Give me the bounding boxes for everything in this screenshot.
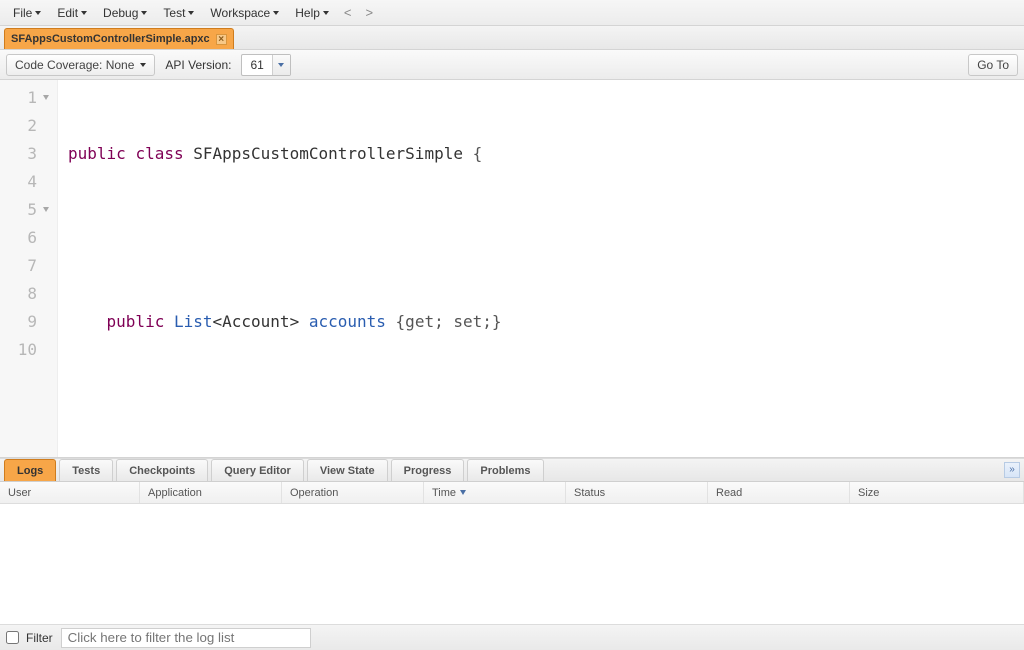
caret-down-icon: [81, 11, 87, 15]
menu-workspace[interactable]: Workspace: [203, 3, 286, 23]
line-number: 3: [0, 140, 51, 168]
line-gutter: 1 2 3 4 5 6 7 8 9 10: [0, 80, 58, 457]
line-number: 7: [0, 252, 51, 280]
line-number: 10: [0, 336, 51, 364]
filter-input[interactable]: [61, 628, 311, 648]
tab-view-state[interactable]: View State: [307, 459, 388, 481]
menu-edit[interactable]: Edit: [50, 3, 94, 23]
menu-help[interactable]: Help: [288, 3, 336, 23]
filter-checkbox[interactable]: [6, 631, 19, 644]
nav-back-button[interactable]: <: [338, 5, 358, 20]
panel-expand-button[interactable]: »: [1004, 462, 1020, 478]
col-size[interactable]: Size: [850, 482, 1024, 503]
chevron-down-icon: [272, 55, 290, 75]
tab-checkpoints[interactable]: Checkpoints: [116, 459, 208, 481]
line-number: 8: [0, 280, 51, 308]
editor-toolbar: Code Coverage: None API Version: 61 Go T…: [0, 50, 1024, 80]
tab-tests[interactable]: Tests: [59, 459, 113, 481]
file-tab-active[interactable]: SFAppsCustomControllerSimple.apxc ×: [4, 28, 234, 49]
file-tab-strip: SFAppsCustomControllerSimple.apxc ×: [0, 26, 1024, 50]
col-operation[interactable]: Operation: [282, 482, 424, 503]
caret-down-icon: [35, 11, 41, 15]
code-coverage-dropdown[interactable]: Code Coverage: None: [6, 54, 155, 76]
top-menu-bar: File Edit Debug Test Workspace Help < >: [0, 0, 1024, 26]
tab-query-editor[interactable]: Query Editor: [211, 459, 304, 481]
caret-down-icon: [188, 11, 194, 15]
col-read[interactable]: Read: [708, 482, 850, 503]
line-number: 4: [0, 168, 51, 196]
tab-progress[interactable]: Progress: [391, 459, 465, 481]
file-tab-label: SFAppsCustomControllerSimple.apxc: [11, 33, 210, 45]
col-status[interactable]: Status: [566, 482, 708, 503]
tab-problems[interactable]: Problems: [467, 459, 543, 481]
col-user[interactable]: User: [0, 482, 140, 503]
nav-forward-button[interactable]: >: [360, 5, 380, 20]
line-number: 9: [0, 308, 51, 336]
api-version-select[interactable]: 61: [241, 54, 290, 76]
logs-filter-bar: Filter: [0, 624, 1024, 650]
tab-logs[interactable]: Logs: [4, 459, 56, 481]
caret-down-icon: [273, 11, 279, 15]
caret-down-icon: [140, 63, 146, 67]
filter-checkbox-label[interactable]: Filter: [6, 631, 53, 645]
line-number: 1: [0, 84, 51, 112]
api-version-label: API Version:: [165, 58, 231, 72]
menu-test[interactable]: Test: [156, 3, 201, 23]
logs-grid-body: [0, 504, 1024, 624]
bottom-panel-tabs: Logs Tests Checkpoints Query Editor View…: [0, 458, 1024, 482]
menu-debug[interactable]: Debug: [96, 3, 154, 23]
line-number: 6: [0, 224, 51, 252]
close-icon[interactable]: ×: [216, 34, 227, 45]
sort-desc-icon: [460, 490, 466, 495]
code-editor[interactable]: 1 2 3 4 5 6 7 8 9 10 public class SFApps…: [0, 80, 1024, 458]
line-number: 2: [0, 112, 51, 140]
caret-down-icon: [141, 11, 147, 15]
chevron-double-icon: »: [1009, 466, 1015, 474]
menu-file[interactable]: File: [6, 3, 48, 23]
logs-grid-header: User Application Operation Time Status R…: [0, 482, 1024, 504]
goto-button[interactable]: Go To: [968, 54, 1018, 76]
col-application[interactable]: Application: [140, 482, 282, 503]
line-number: 5: [0, 196, 51, 224]
col-time[interactable]: Time: [424, 482, 566, 503]
code-area[interactable]: public class SFAppsCustomControllerSimpl…: [58, 80, 636, 457]
caret-down-icon: [323, 11, 329, 15]
